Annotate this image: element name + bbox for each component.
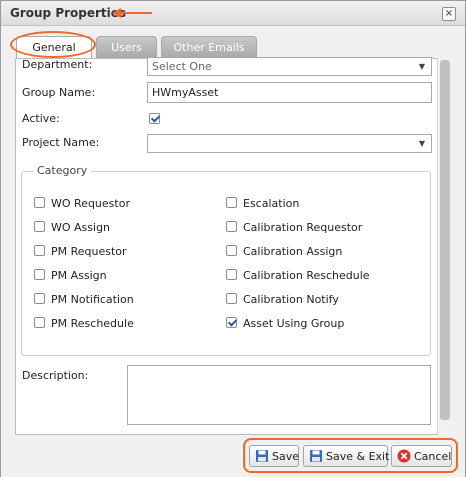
category-label: PM Reschedule [51,317,134,330]
category-label: Calibration Requestor [243,221,363,234]
group-name-label: Group Name: [22,86,96,99]
category-checkbox[interactable] [34,221,45,232]
category-checkbox[interactable] [34,269,45,280]
dialog-title: Group Properties [10,6,127,20]
chevron-down-icon: ▼ [418,139,426,148]
department-label: Department: [22,58,93,71]
chevron-down-icon: ▼ [418,62,426,71]
active-checkbox[interactable] [149,113,160,124]
description-label: Description: [22,369,89,382]
annotation-oval [10,31,96,58]
category-label: Calibration Notify [243,293,339,306]
category-label: Calibration Reschedule [243,269,370,282]
group-name-input[interactable]: HWmyAsset [147,82,432,103]
category-checkbox[interactable] [226,293,237,304]
dialog-titlebar[interactable]: Group Properties × [1,1,465,26]
description-textarea[interactable] [127,365,431,425]
category-checkbox[interactable] [34,317,45,328]
tab-users[interactable]: Users [96,36,157,58]
category-checkbox[interactable] [226,245,237,256]
category-label: PM Assign [51,269,107,282]
category-label: PM Requestor [51,245,127,258]
category-label: WO Requestor [51,197,130,210]
category-checkbox[interactable] [226,197,237,208]
department-select[interactable]: Select One ▼ [147,57,432,76]
category-label: Asset Using Group [243,317,345,330]
category-checkbox[interactable] [34,245,45,256]
active-label: Active: [22,112,60,125]
category-label: WO Assign [51,221,111,234]
category-checkbox[interactable] [226,317,237,328]
project-name-select[interactable]: ▼ [147,134,432,153]
department-select-value: Select One [152,60,212,73]
category-checkbox[interactable] [226,221,237,232]
category-checkbox[interactable] [226,269,237,280]
category-legend: Category [33,164,92,177]
project-name-label: Project Name: [22,136,100,149]
annotation-arrow-icon [112,8,152,18]
category-label: Escalation [243,197,300,210]
category-label: Calibration Assign [243,245,343,258]
group-properties-dialog: Group Properties × General Users Other E… [0,0,466,477]
scrollbar-thumb[interactable] [440,60,450,420]
annotation-rectangle [243,438,458,473]
panel-scrollbar[interactable] [437,58,452,435]
category-label: PM Notification [51,293,134,306]
tab-other-emails[interactable]: Other Emails [161,36,257,58]
category-checkbox[interactable] [34,197,45,208]
category-checkbox[interactable] [34,293,45,304]
close-icon[interactable]: × [442,7,456,21]
